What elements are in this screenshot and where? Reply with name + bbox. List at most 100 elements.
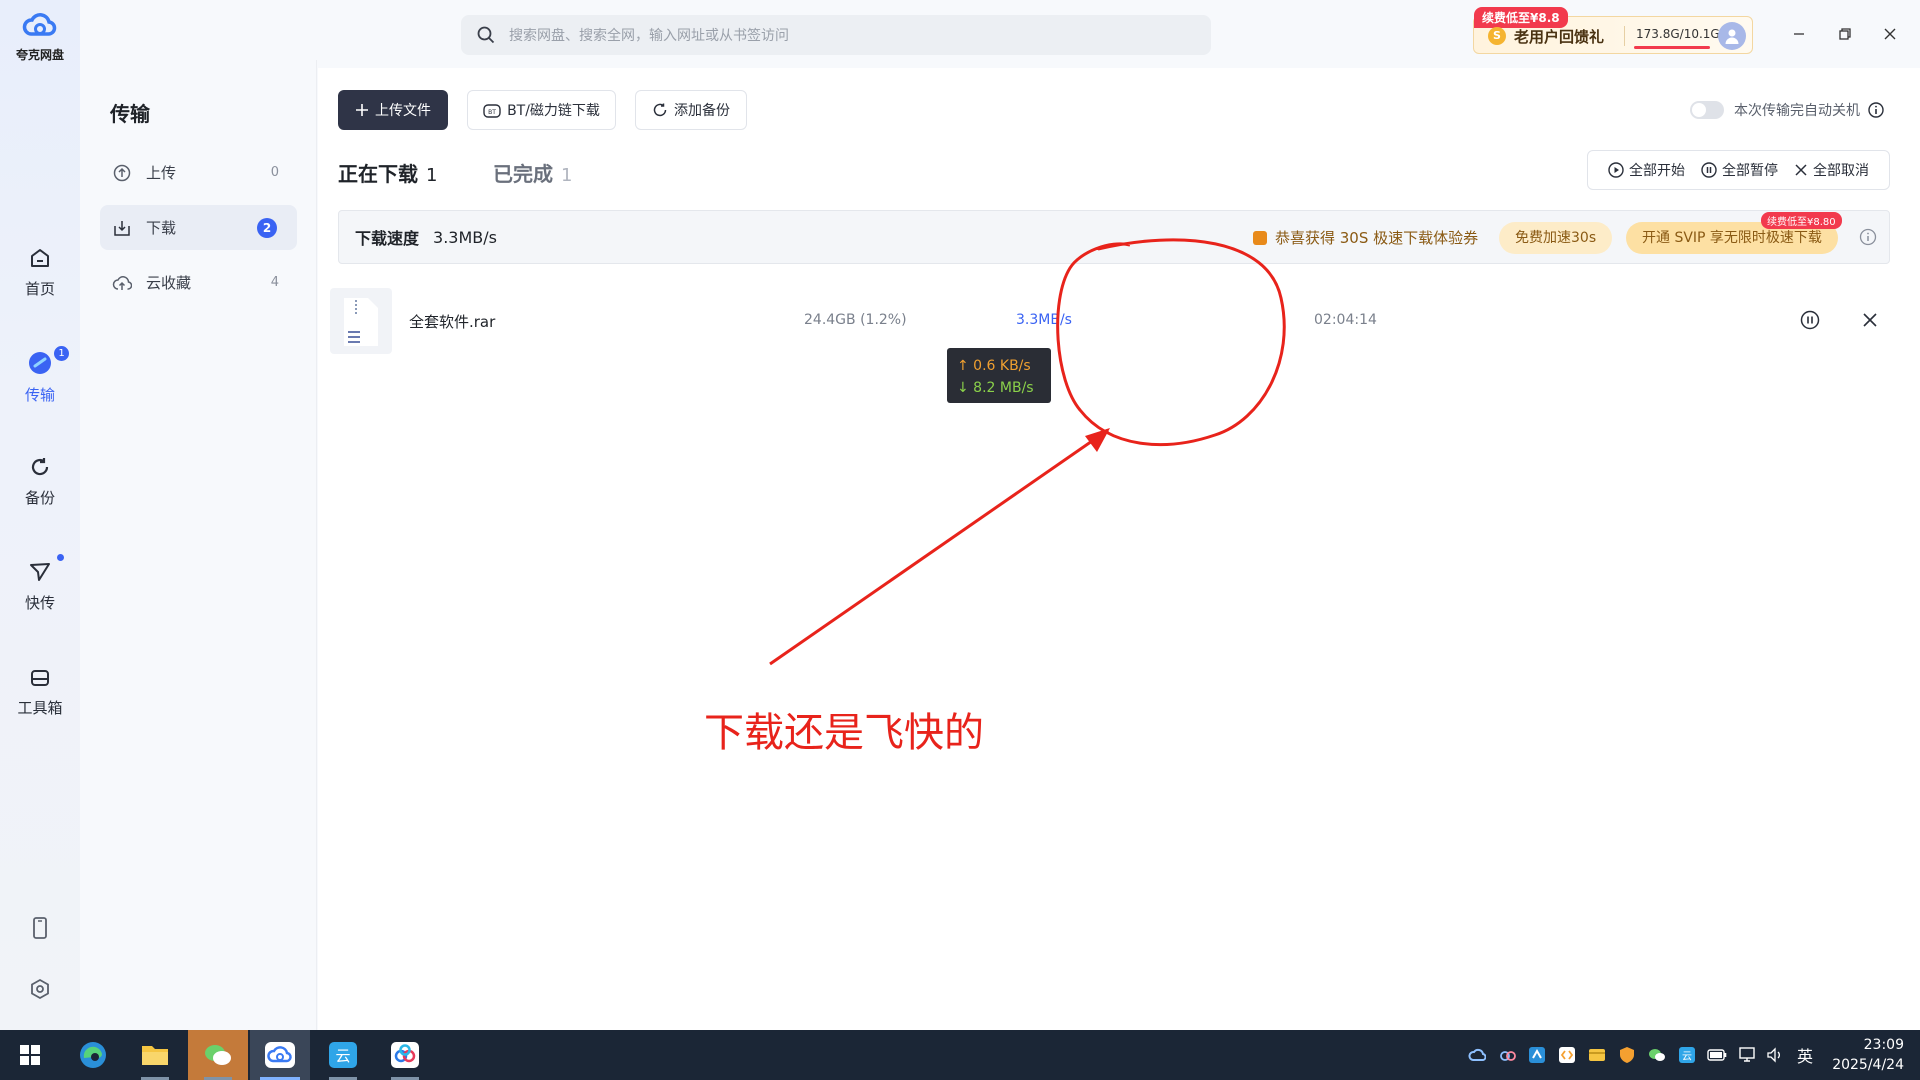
sidebar-item-cloud-favorites[interactable]: 云收藏 4 xyxy=(100,260,297,305)
upload-file-button[interactable]: 上传文件 xyxy=(338,90,448,130)
speed-value: 3.3MB/s xyxy=(433,227,497,247)
edge-taskbar-button[interactable] xyxy=(63,1030,123,1080)
storage-bar xyxy=(1634,46,1710,49)
speed-voucher: 恭喜获得 30S 极速下载体验券 xyxy=(1253,227,1478,248)
nav-home[interactable]: 首页 xyxy=(0,246,80,299)
sidebar-title: 传输 xyxy=(110,102,150,126)
tab-completed-label: 已完成 xyxy=(493,162,553,186)
tray-quark-icon[interactable] xyxy=(1467,1045,1487,1065)
speed-label: 下载速度 xyxy=(355,229,420,248)
system-clock[interactable]: 23:09 2025/4/24 xyxy=(1832,1035,1904,1075)
download-speed-bar: 下载速度 3.3MB/s 恭喜获得 30S 极速下载体验券 免费加速30s 开通… xyxy=(338,210,1890,264)
search-icon xyxy=(477,26,495,44)
tab-completed[interactable]: 已完成 1 xyxy=(493,158,572,187)
nav-backup[interactable]: 备份 xyxy=(0,455,80,508)
tab-downloading-label: 正在下载 xyxy=(338,162,418,186)
cloud-app-icon: 云 xyxy=(329,1042,357,1068)
transfer-sidebar: 传输 上传 0 下载 2 云收藏 4 xyxy=(80,60,317,1030)
tray-code-icon[interactable] xyxy=(1557,1045,1577,1065)
tray-netdisk-icon[interactable] xyxy=(1498,1045,1518,1065)
storage-usage: 173.8G/10.1G xyxy=(1636,27,1720,41)
pause-icon xyxy=(1701,162,1717,178)
voucher-text: 恭喜获得 30S 极速下载体验券 xyxy=(1275,229,1479,247)
pause-download-button[interactable] xyxy=(1798,308,1822,332)
maximize-button[interactable] xyxy=(1833,22,1857,46)
tray-volume-icon[interactable] xyxy=(1765,1045,1785,1065)
nav-quick-send-label: 快传 xyxy=(24,594,55,612)
wechat-taskbar-button[interactable] xyxy=(188,1030,248,1080)
add-backup-button[interactable]: 添加备份 xyxy=(635,90,747,130)
bt-magnet-button[interactable]: BT BT/磁力链下载 xyxy=(467,90,616,130)
nav-transfer-badge: 1 xyxy=(54,346,69,361)
tray-battery-icon[interactable] xyxy=(1707,1045,1727,1065)
time-remaining: 02:04:14 xyxy=(1314,312,1377,328)
tray-network-icon[interactable] xyxy=(1737,1045,1757,1065)
phone-icon xyxy=(33,917,47,939)
clock-time: 23:09 xyxy=(1863,1037,1904,1053)
auto-shutdown-toggle[interactable] xyxy=(1690,101,1724,119)
close-icon xyxy=(1863,313,1877,327)
send-icon xyxy=(30,563,50,581)
home-icon xyxy=(31,249,49,267)
file-explorer-taskbar-button[interactable] xyxy=(125,1030,185,1080)
nav-transfer[interactable]: 1 传输 xyxy=(0,346,80,405)
annotation-text: 下载还是飞快的 xyxy=(704,710,984,756)
pause-all-label: 全部暂停 xyxy=(1722,163,1778,179)
quark-drive-taskbar-button[interactable] xyxy=(250,1030,310,1080)
nav-transfer-label: 传输 xyxy=(24,386,55,404)
start-button[interactable] xyxy=(0,1030,60,1080)
top-bar: 搜索网盘、搜索全网，输入网址或从书签访问 续费低至¥8.8 S 老用户回馈礼 1… xyxy=(80,0,1920,68)
promo-banner[interactable]: 续费低至¥8.8 S 老用户回馈礼 173.8G/10.1G xyxy=(1473,7,1753,54)
nav-toolbox[interactable]: 工具箱 xyxy=(0,665,80,718)
free-boost-button[interactable]: 免费加速30s xyxy=(1499,222,1613,254)
cancel-download-button[interactable] xyxy=(1858,308,1882,332)
info-icon[interactable] xyxy=(1859,228,1877,246)
cancel-all-label: 全部取消 xyxy=(1813,163,1869,179)
sidebar-item-count-badge: 2 xyxy=(257,217,277,238)
tray-card-icon[interactable] xyxy=(1587,1045,1607,1065)
pause-all-button[interactable]: 全部暂停 xyxy=(1701,160,1778,180)
archive-file-icon xyxy=(330,288,392,354)
tray-app-icon[interactable] xyxy=(1527,1045,1547,1065)
cloud-app-taskbar-button[interactable]: 云 xyxy=(313,1030,373,1080)
sidebar-item-upload[interactable]: 上传 0 xyxy=(100,150,297,195)
left-rail: 夸克网盘 首页 1 传输 备份 快传 工具箱 xyxy=(0,0,80,1030)
sidebar-item-count: 4 xyxy=(270,275,279,290)
tray-cloud-icon[interactable]: 云 xyxy=(1677,1045,1697,1065)
quark-cloud-icon xyxy=(265,1042,295,1068)
promo-divider xyxy=(1624,26,1625,46)
tab-downloading-count: 1 xyxy=(426,165,438,186)
avatar[interactable] xyxy=(1718,22,1746,50)
search-placeholder: 搜索网盘、搜索全网，输入网址或从书签访问 xyxy=(509,28,789,44)
nav-backup-label: 备份 xyxy=(24,489,55,507)
bulk-actions: 全部开始 全部暂停 全部取消 xyxy=(1587,150,1890,190)
baidu-netdisk-taskbar-button[interactable] xyxy=(375,1030,435,1080)
file-size-progress: 24.4GB (1.2%) xyxy=(804,312,907,328)
table-row[interactable]: 全套软件.rar 24.4GB (1.2%) 3.3MB/s ↑ 0.6 KB/… xyxy=(330,284,1890,403)
backup-icon xyxy=(31,458,49,476)
bt-icon: BT xyxy=(483,104,501,118)
tray-shield-icon[interactable] xyxy=(1617,1045,1637,1065)
settings-button[interactable] xyxy=(0,978,80,1004)
tab-downloading[interactable]: 正在下载 1 xyxy=(338,158,437,187)
svg-text:云: 云 xyxy=(1682,1052,1692,1063)
search-box[interactable]: 搜索网盘、搜索全网，输入网址或从书签访问 xyxy=(461,15,1211,55)
info-icon[interactable] xyxy=(1868,102,1884,118)
auto-shutdown-setting: 本次传输完自动关机 xyxy=(1690,100,1884,120)
close-window-button[interactable] xyxy=(1878,22,1902,46)
minimize-button[interactable] xyxy=(1787,22,1811,46)
nav-quick-send[interactable]: 快传 xyxy=(0,554,80,613)
coin-icon: S xyxy=(1488,27,1506,45)
tooltip-upload-speed: ↑ 0.6 KB/s xyxy=(957,358,1031,374)
minimize-icon xyxy=(1794,33,1804,35)
tray-wechat-icon[interactable] xyxy=(1647,1045,1667,1065)
main-panel: 上传文件 BT BT/磁力链下载 添加备份 本次传输完自动关机 正在下载 1 已完… xyxy=(318,68,1920,1030)
cancel-all-button[interactable]: 全部取消 xyxy=(1794,160,1869,180)
app-logo[interactable]: 夸克网盘 xyxy=(0,10,80,63)
ime-indicator[interactable]: 英 xyxy=(1795,1045,1815,1066)
sidebar-item-download[interactable]: 下载 2 xyxy=(100,205,297,250)
phone-button[interactable] xyxy=(0,917,80,943)
close-icon xyxy=(1884,28,1896,40)
start-all-button[interactable]: 全部开始 xyxy=(1608,160,1685,180)
sidebar-item-label: 上传 xyxy=(146,164,177,182)
